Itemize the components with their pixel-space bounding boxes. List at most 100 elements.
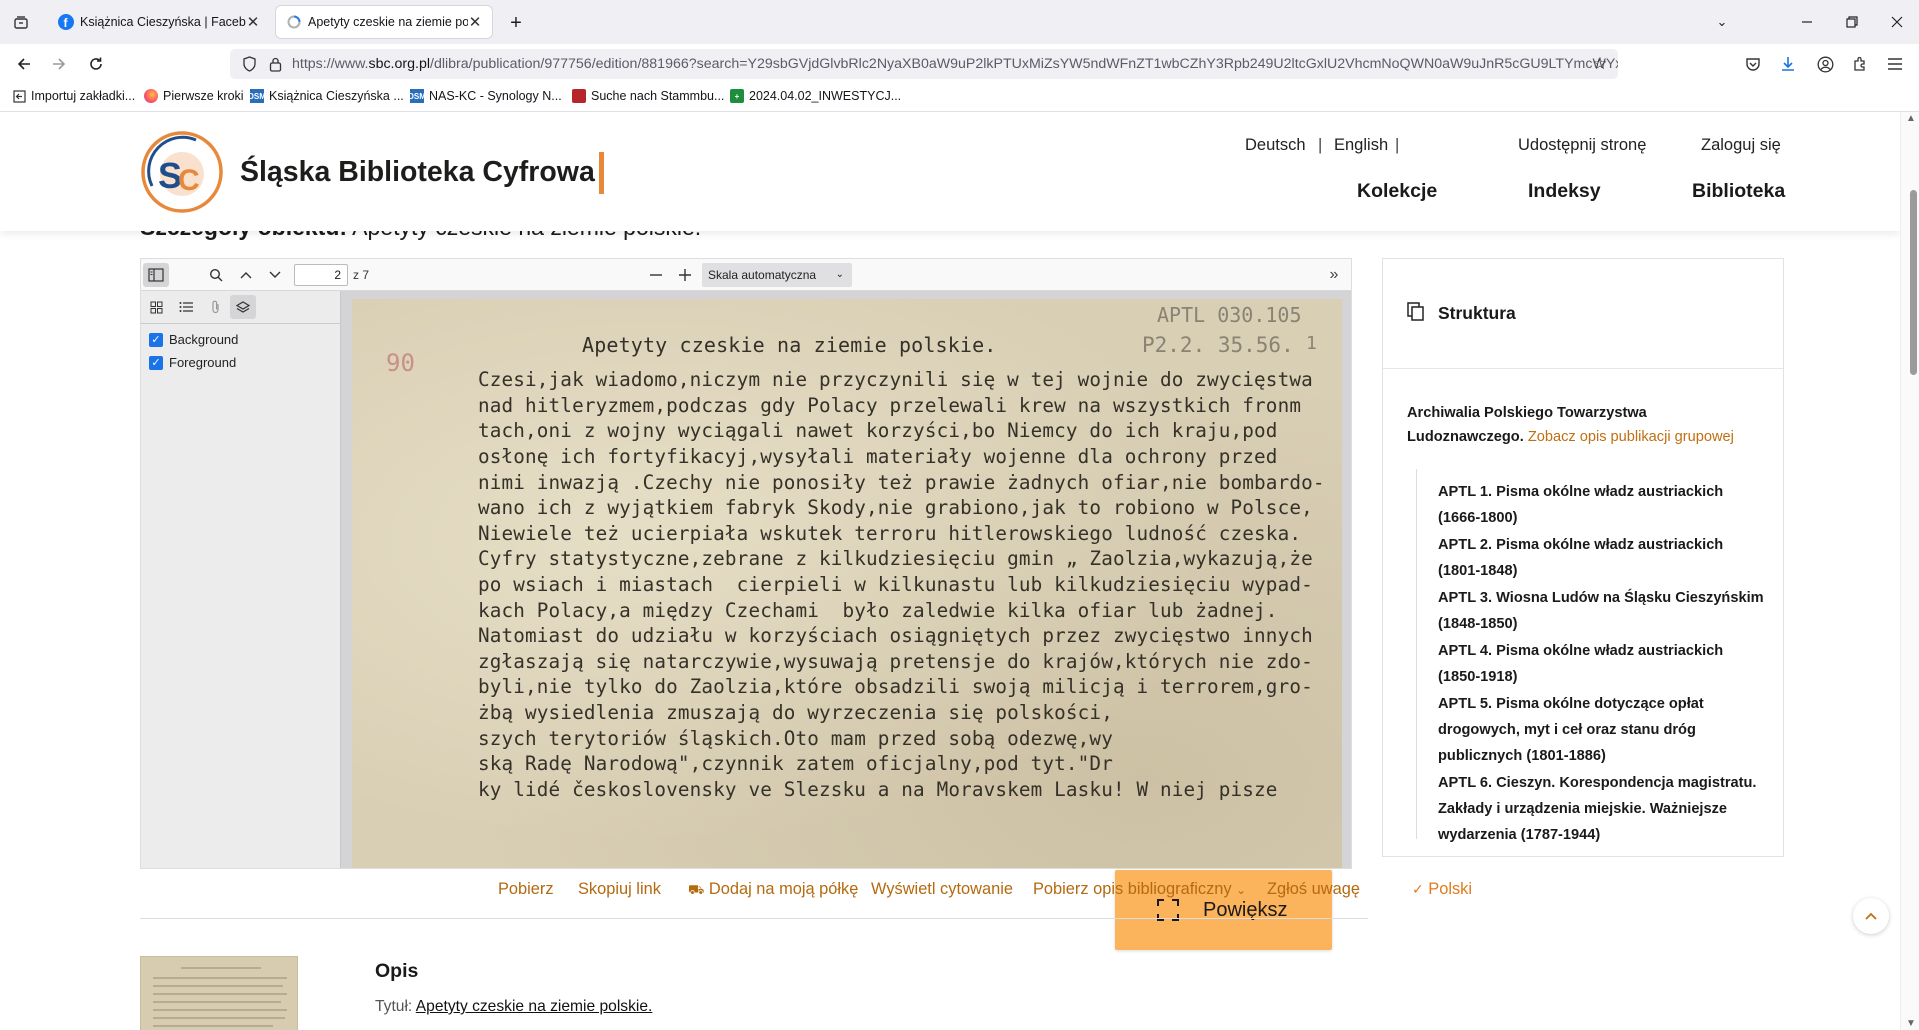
restore-icon[interactable]	[1840, 10, 1864, 34]
document-thumbnail[interactable]	[140, 956, 298, 1030]
scroll-down-icon[interactable]: ▼	[1906, 1018, 1916, 1029]
outline-icon[interactable]	[173, 295, 199, 319]
forward-icon[interactable]	[47, 52, 71, 76]
nav-library[interactable]: Biblioteka	[1692, 180, 1785, 203]
structure-item[interactable]: APTL 5. Pisma okólne dotyczące opłat dro…	[1438, 691, 1768, 769]
bookmark-first-steps[interactable]: Pierwsze kroki	[144, 89, 244, 103]
doc-line: osłonę ich fortyfikacyj,wysyłali materia…	[478, 445, 1278, 468]
tab-list-chevron-icon[interactable]: ⌄	[1710, 10, 1734, 34]
bookmark-inwestycje[interactable]: + 2024.04.02_INWESTYCJ...	[730, 89, 901, 103]
sidebar-toggle-icon[interactable]	[143, 263, 169, 287]
address-bar[interactable]: https://www. sbc.org.pl/dlibra/publicatio…	[230, 49, 1618, 79]
login-link[interactable]: Zaloguj się	[1701, 136, 1781, 155]
title-label: Tytuł:	[375, 998, 413, 1015]
find-icon[interactable]	[203, 263, 229, 287]
lang-separator: |	[1395, 136, 1400, 154]
tools-expand-icon[interactable]: »	[1321, 263, 1347, 287]
tab-facebook[interactable]: f Książnica Cieszyńska | Facebook ✕	[48, 6, 270, 38]
share-page-link[interactable]: Udostępnij stronę	[1518, 136, 1646, 155]
doc-line: ską Radę Narodową",czynnik zatem oficjal…	[478, 752, 1113, 775]
lang-polski-label: Polski	[1428, 880, 1473, 898]
bookmark-stammbaum[interactable]: Suche nach Stammbu...	[572, 89, 724, 103]
bookmark-import[interactable]: Importuj zakładki...	[12, 89, 135, 103]
show-citation-link[interactable]: Wyświetl cytowanie	[871, 880, 1013, 899]
divider	[140, 918, 1368, 919]
back-icon[interactable]	[12, 52, 36, 76]
pocket-icon[interactable]	[1742, 53, 1764, 75]
tab-overview-icon[interactable]	[10, 12, 32, 34]
account-icon[interactable]	[1814, 53, 1836, 75]
close-window-icon[interactable]	[1885, 10, 1909, 34]
viewer-sidebar: ✓ Background ✓ Foreground	[141, 291, 341, 868]
previous-page-icon[interactable]	[233, 263, 259, 287]
bookmark-nas[interactable]: DSM NAS-KC - Synology N...	[408, 89, 562, 103]
new-tab-icon[interactable]: +	[504, 11, 528, 35]
url-path: /dlibra/publication/977756/edition/88196…	[430, 56, 1618, 72]
bookmark-label: Pierwsze kroki	[163, 89, 244, 103]
nav-indexes[interactable]: Indeksy	[1528, 180, 1601, 203]
scrollbar-thumb[interactable]	[1910, 190, 1917, 375]
page-number-input[interactable]: 2	[294, 264, 348, 286]
add-to-shelf-label: Dodaj na moją półkę	[708, 880, 859, 898]
tab-active[interactable]: Apetyty czeskie na ziemie polskie ✕	[276, 6, 492, 38]
archive-group-link[interactable]: Zobacz opis publikacji grupowej	[1528, 429, 1734, 445]
tracking-protection-icon[interactable]	[240, 55, 258, 73]
reload-icon[interactable]	[84, 52, 108, 76]
firefox-icon	[144, 89, 158, 103]
tab-title: Książnica Cieszyńska | Facebook	[80, 15, 246, 29]
lock-icon[interactable]	[266, 55, 284, 73]
download-bibliographic-link[interactable]: Pobierz opis bibliograficzny ⌄	[1033, 880, 1246, 899]
lang-deutsch[interactable]: Deutsch	[1245, 136, 1306, 155]
bookmark-ksiaznica[interactable]: DSM Książnica Cieszyńska ...	[248, 89, 404, 103]
checkbox-checked[interactable]: ✓	[149, 355, 163, 370]
copy-link[interactable]: Skopiuj link	[578, 880, 661, 899]
downloads-icon[interactable]	[1777, 53, 1799, 75]
close-tab-icon[interactable]: ✕	[246, 13, 260, 31]
url-prefix: https://www.	[292, 56, 369, 72]
doc-line: po wsiach i miastach cierpieli w kilkuna…	[478, 573, 1313, 596]
structure-item[interactable]: APTL 3. Wiosna Ludów na Śląsku Cieszyńsk…	[1438, 585, 1768, 637]
minimize-icon[interactable]	[1795, 10, 1819, 34]
spreadsheet-icon: +	[730, 89, 744, 103]
next-page-icon[interactable]	[262, 263, 288, 287]
layers-icon[interactable]	[230, 295, 256, 319]
zoom-in-icon[interactable]	[672, 263, 698, 287]
description-title-row: Tytuł: Apetyty czeskie na ziemie polskie…	[375, 998, 652, 1016]
thumbnails-icon[interactable]	[143, 295, 169, 319]
document-canvas[interactable]: APTL 030.105 P2.2. 35.56. 1 90 Apetyty c…	[341, 291, 1351, 868]
structure-item[interactable]: APTL 4. Pisma okólne władz austriackich …	[1438, 638, 1768, 690]
scroll-to-top-button[interactable]	[1853, 898, 1889, 934]
genealogy-icon	[572, 89, 586, 103]
scroll-up-icon[interactable]: ▲	[1906, 113, 1916, 124]
layer-foreground[interactable]: ✓ Foreground	[141, 351, 340, 374]
lang-english[interactable]: English	[1334, 136, 1388, 155]
close-tab-icon[interactable]: ✕	[468, 13, 482, 31]
structure-item[interactable]: APTL 6. Cieszyn. Korespondencja magistra…	[1438, 770, 1768, 848]
lang-polski[interactable]: ✓ Polski	[1412, 880, 1472, 899]
nav-collections[interactable]: Kolekcje	[1357, 180, 1437, 203]
chevron-down-icon: ⌄	[1236, 883, 1247, 897]
zoom-select[interactable]: Skala automatyczna ⌄	[702, 263, 852, 287]
doc-line: ky lidé československy ve Slezsku a na M…	[478, 778, 1278, 801]
layer-label: Foreground	[169, 355, 237, 370]
report-link[interactable]: Zgłoś uwagę	[1267, 880, 1360, 899]
bookmark-star-icon[interactable]: ☆	[1590, 54, 1610, 74]
structure-item[interactable]: APTL 2. Pisma okólne władz austriackich …	[1438, 532, 1768, 584]
menu-icon[interactable]	[1884, 53, 1906, 75]
download-link[interactable]: Pobierz	[498, 880, 554, 899]
archive-number: P2.2. 35.56.	[1142, 333, 1294, 357]
description-heading: Opis	[375, 960, 419, 982]
checkbox-checked[interactable]: ✓	[149, 332, 163, 347]
chevron-down-icon: ⌄	[835, 269, 844, 280]
site-brand[interactable]: Śląska Biblioteka Cyfrowa	[240, 156, 595, 189]
add-to-shelf-link[interactable]: ⛟ Dodaj na moją półkę	[688, 880, 858, 900]
doc-line: byli,nie tylko do Zaolzia,które obsadzil…	[478, 675, 1313, 698]
structure-header: Struktura	[1383, 259, 1783, 369]
zoom-out-icon[interactable]	[643, 263, 669, 287]
structure-item[interactable]: APTL 1. Pisma okólne władz austriackich …	[1438, 479, 1768, 531]
title-link[interactable]: Apetyty czeskie na ziemie polskie.	[416, 998, 653, 1015]
attachments-icon[interactable]	[203, 295, 229, 319]
extensions-icon[interactable]	[1849, 53, 1871, 75]
sbc-logo[interactable]: S C	[140, 130, 224, 214]
layer-background[interactable]: ✓ Background	[141, 328, 340, 351]
